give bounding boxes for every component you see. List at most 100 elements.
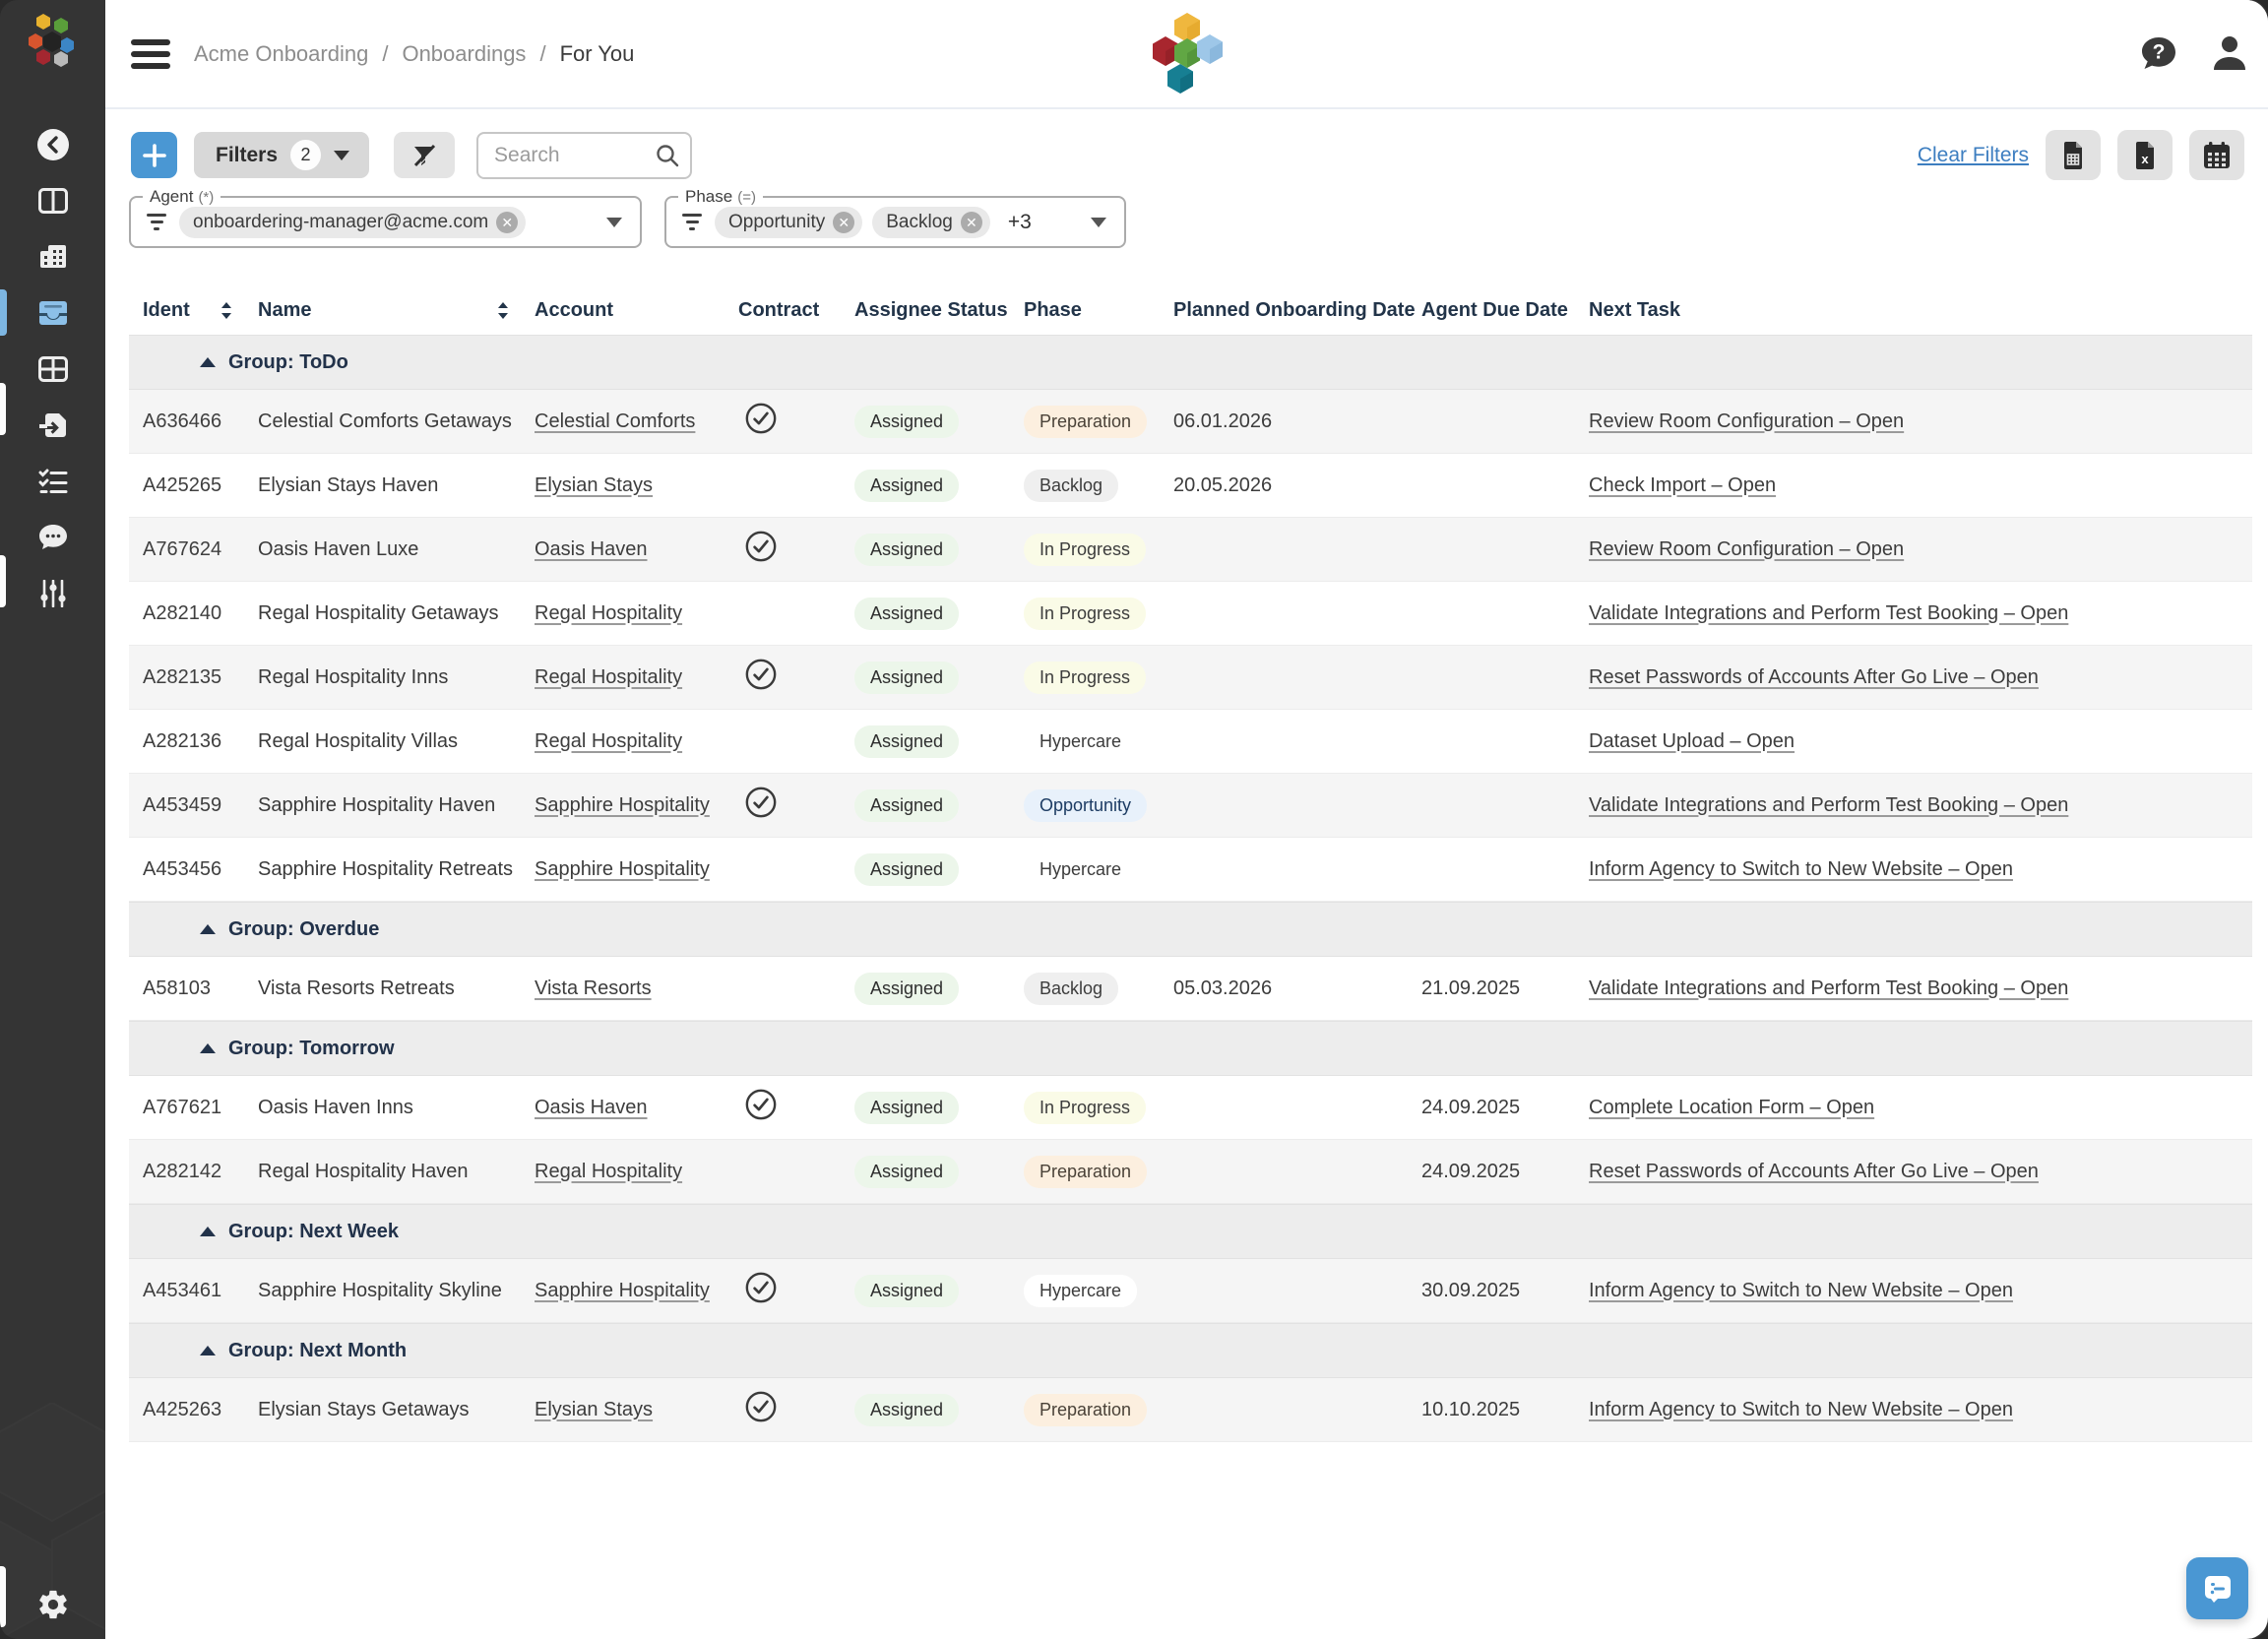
table-row[interactable]: A282140 Regal Hospitality Getaways Regal… — [129, 582, 2252, 646]
cell-name: Regal Hospitality Getaways — [258, 602, 535, 625]
sidebar-item-table[interactable] — [0, 341, 105, 397]
next-task-link[interactable]: Inform Agency to Switch to New Website –… — [1589, 1280, 2013, 1301]
table-row[interactable]: A636466 Celestial Comforts Getaways Cele… — [129, 390, 2252, 454]
account-link[interactable]: Elysian Stays — [535, 1399, 653, 1420]
table-row[interactable]: A453459 Sapphire Hospitality Haven Sapph… — [129, 774, 2252, 838]
sidebar-item-company[interactable] — [0, 228, 105, 284]
remove-chip-icon[interactable]: ✕ — [833, 212, 854, 233]
group-header-row[interactable]: Group: Next Week — [129, 1204, 2252, 1259]
sidebar-collapse-button[interactable] — [0, 116, 105, 172]
cell-name: Celestial Comforts Getaways — [258, 410, 535, 433]
cell-agent-due-date: 24.09.2025 — [1421, 1161, 1589, 1183]
remove-chip-icon[interactable]: ✕ — [961, 212, 982, 233]
next-task-link[interactable]: Reset Passwords of Accounts After Go Liv… — [1589, 1161, 2039, 1182]
cell-account: Oasis Haven — [535, 538, 738, 561]
sidebar-item-import[interactable] — [0, 397, 105, 453]
export-csv-button[interactable] — [2046, 130, 2101, 180]
next-task-link[interactable]: Review Room Configuration – Open — [1589, 538, 1904, 560]
account-link[interactable]: Regal Hospitality — [535, 666, 682, 688]
remove-chip-icon[interactable]: ✕ — [496, 212, 518, 233]
table-row[interactable]: A767624 Oasis Haven Luxe Oasis Haven Ass… — [129, 518, 2252, 582]
column-header-name[interactable]: Name — [258, 299, 535, 322]
table-row[interactable]: A425263 Elysian Stays Getaways Elysian S… — [129, 1378, 2252, 1442]
cell-phase: Preparation — [1024, 1394, 1173, 1426]
table-row[interactable]: A425265 Elysian Stays Haven Elysian Stay… — [129, 454, 2252, 518]
user-avatar-icon[interactable] — [2211, 34, 2248, 74]
table-row[interactable]: A58103 Vista Resorts Retreats Vista Reso… — [129, 957, 2252, 1021]
group-header-row[interactable]: Group: ToDo — [129, 335, 2252, 390]
cell-next-task: Review Room Configuration – Open — [1589, 410, 2252, 433]
filter-off-button[interactable] — [394, 132, 455, 178]
group-header-row[interactable]: Group: Overdue — [129, 902, 2252, 957]
account-link[interactable]: Sapphire Hospitality — [535, 1280, 710, 1301]
sidebar-item-tasks[interactable] — [0, 453, 105, 509]
table-row[interactable]: A282136 Regal Hospitality Villas Regal H… — [129, 710, 2252, 774]
calendar-button[interactable] — [2189, 130, 2244, 180]
breadcrumb-item[interactable]: Acme Onboarding — [194, 41, 368, 67]
account-link[interactable]: Regal Hospitality — [535, 602, 682, 624]
add-button[interactable] — [131, 132, 177, 178]
next-task-link[interactable]: Dataset Upload – Open — [1589, 730, 1795, 752]
next-task-link[interactable]: Validate Integrations and Perform Test B… — [1589, 602, 2068, 624]
table-row[interactable]: A767621 Oasis Haven Inns Oasis Haven Ass… — [129, 1076, 2252, 1140]
export-excel-button[interactable]: x — [2117, 130, 2173, 180]
next-task-link[interactable]: Inform Agency to Switch to New Website –… — [1589, 858, 2013, 880]
active-filters: Agent(*) onboardering-manager@acme.com ✕… — [105, 196, 2268, 248]
cell-phase: In Progress — [1024, 1092, 1173, 1124]
cell-account: Elysian Stays — [535, 1399, 738, 1421]
account-link[interactable]: Vista Resorts — [535, 977, 652, 999]
menu-hamburger-icon[interactable] — [131, 39, 170, 69]
cell-ident: A282136 — [129, 730, 258, 753]
contract-check-icon — [738, 594, 854, 633]
account-link[interactable]: Celestial Comforts — [535, 410, 695, 432]
next-task-link[interactable]: Reset Passwords of Accounts After Go Liv… — [1589, 666, 2039, 688]
phase-badge: Preparation — [1024, 1394, 1147, 1426]
cell-ident: A767621 — [129, 1097, 258, 1119]
collapse-triangle-icon — [200, 1043, 216, 1053]
table-row[interactable]: A453461 Sapphire Hospitality Skyline Sap… — [129, 1259, 2252, 1323]
account-link[interactable]: Regal Hospitality — [535, 730, 682, 752]
filters-dropdown-button[interactable]: Filters 2 — [194, 132, 369, 178]
breadcrumb-item[interactable]: Onboardings — [402, 41, 526, 67]
sidebar-item-boards[interactable] — [0, 172, 105, 228]
chevron-down-icon[interactable] — [606, 218, 622, 227]
cell-next-task: Validate Integrations and Perform Test B… — [1589, 977, 2252, 1000]
agent-filter-chip: onboardering-manager@acme.com ✕ — [179, 207, 526, 238]
onboardings-table: Ident Name Account Contract Assignee Sta… — [129, 285, 2252, 1442]
sidebar-item-chat[interactable] — [0, 509, 105, 565]
account-link[interactable]: Elysian Stays — [535, 474, 653, 496]
filters-label: Filters — [216, 144, 278, 167]
column-header-ident[interactable]: Ident — [129, 299, 258, 322]
chevron-down-icon[interactable] — [1091, 218, 1106, 227]
next-task-link[interactable]: Check Import – Open — [1589, 474, 1776, 496]
table-row[interactable]: A453456 Sapphire Hospitality Retreats Sa… — [129, 838, 2252, 902]
phase-filter-field[interactable]: Phase(=) Opportunity ✕ Backlog ✕ +3 — [664, 196, 1126, 248]
account-link[interactable]: Sapphire Hospitality — [535, 858, 710, 880]
next-task-link[interactable]: Review Room Configuration – Open — [1589, 410, 1904, 432]
next-task-link[interactable]: Validate Integrations and Perform Test B… — [1589, 977, 2068, 999]
help-icon[interactable]: ? — [2138, 34, 2179, 74]
clear-filters-link[interactable]: Clear Filters — [1918, 144, 2029, 167]
cell-account: Regal Hospitality — [535, 602, 738, 625]
sort-icon — [497, 301, 509, 320]
account-link[interactable]: Oasis Haven — [535, 1097, 648, 1118]
account-link[interactable]: Regal Hospitality — [535, 1161, 682, 1182]
sidebar-item-inbox[interactable] — [0, 284, 105, 341]
feedback-chat-button[interactable] — [2186, 1557, 2248, 1619]
sidebar-item-sliders[interactable] — [0, 565, 105, 621]
next-task-link[interactable]: Validate Integrations and Perform Test B… — [1589, 794, 2068, 816]
agent-filter-field[interactable]: Agent(*) onboardering-manager@acme.com ✕ — [129, 196, 642, 248]
group-header-row[interactable]: Group: Tomorrow — [129, 1021, 2252, 1076]
table-row[interactable]: A282142 Regal Hospitality Haven Regal Ho… — [129, 1140, 2252, 1204]
phase-badge: Hypercare — [1024, 725, 1137, 758]
cell-ident: A453461 — [129, 1280, 258, 1302]
settings-gear-icon[interactable] — [36, 1588, 70, 1621]
next-task-link[interactable]: Inform Agency to Switch to New Website –… — [1589, 1399, 2013, 1420]
account-link[interactable]: Sapphire Hospitality — [535, 794, 710, 816]
next-task-link[interactable]: Complete Location Form – Open — [1589, 1097, 1874, 1118]
cell-next-task: Reset Passwords of Accounts After Go Liv… — [1589, 1161, 2252, 1183]
account-link[interactable]: Oasis Haven — [535, 538, 648, 560]
table-row[interactable]: A282135 Regal Hospitality Inns Regal Hos… — [129, 646, 2252, 710]
group-label: Group: Overdue — [228, 918, 379, 941]
group-header-row[interactable]: Group: Next Month — [129, 1323, 2252, 1378]
